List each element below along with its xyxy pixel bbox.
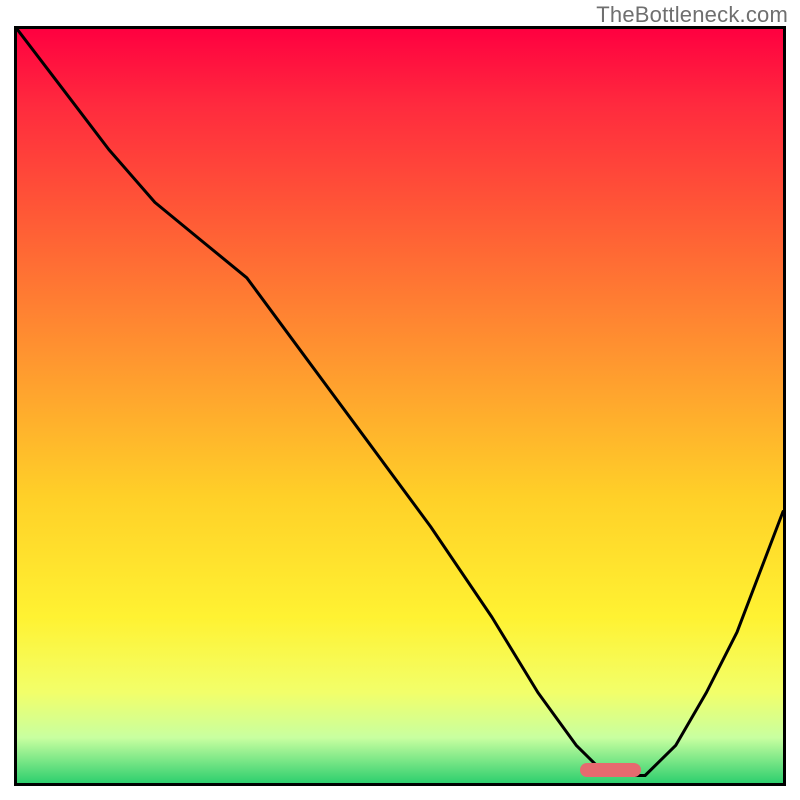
plot-area xyxy=(14,26,786,786)
watermark-text: TheBottleneck.com xyxy=(596,2,788,28)
optimal-marker xyxy=(580,763,641,777)
chart-container: TheBottleneck.com xyxy=(0,0,800,800)
gradient-background xyxy=(17,29,783,783)
